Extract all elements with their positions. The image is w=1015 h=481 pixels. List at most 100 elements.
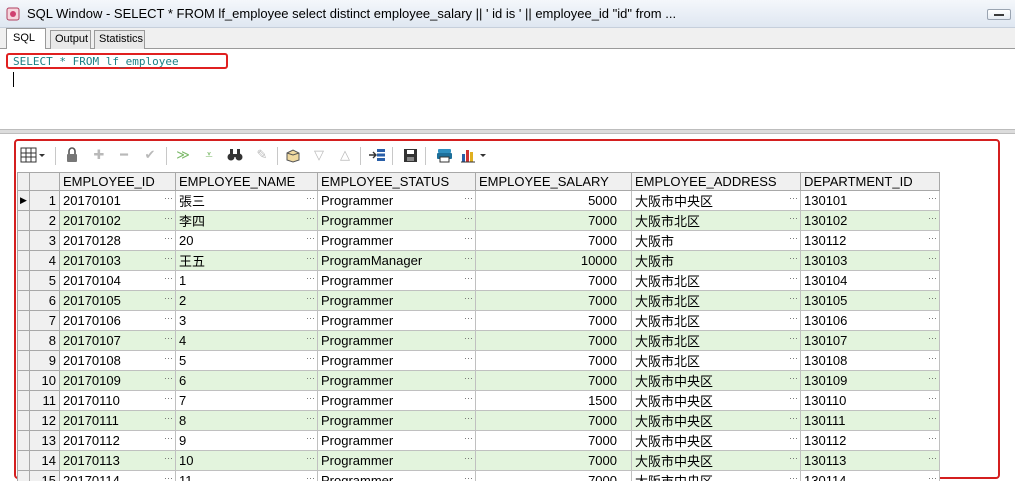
- row-number[interactable]: 6: [29, 290, 60, 311]
- cell-editor-ellipsis-icon[interactable]: ···: [928, 412, 937, 426]
- cell-name[interactable]: 11 ···: [175, 470, 318, 481]
- cell-editor-ellipsis-icon[interactable]: ···: [164, 332, 173, 346]
- cell-address[interactable]: 大阪市北区 ···: [631, 310, 801, 331]
- cell-editor-ellipsis-icon[interactable]: ···: [306, 272, 315, 286]
- cell-editor-ellipsis-icon[interactable]: ···: [306, 412, 315, 426]
- cell-dept[interactable]: 130110 ···: [800, 390, 940, 411]
- cell-editor-ellipsis-icon[interactable]: ···: [789, 192, 798, 206]
- cell-id[interactable]: 20170111 ···: [59, 410, 176, 431]
- cell-address[interactable]: 大阪市北区 ···: [631, 210, 801, 231]
- cell-editor-ellipsis-icon[interactable]: ···: [789, 352, 798, 366]
- cell-name[interactable]: 10 ···: [175, 450, 318, 471]
- cell-address[interactable]: 大阪市北区 ···: [631, 270, 801, 291]
- cell-name[interactable]: 5 ···: [175, 350, 318, 371]
- cell-status[interactable]: Programmer ···: [317, 350, 476, 371]
- cell-editor-ellipsis-icon[interactable]: ···: [464, 472, 473, 481]
- cell-editor-ellipsis-icon[interactable]: ···: [789, 372, 798, 386]
- cell-id[interactable]: 20170109 ···: [59, 370, 176, 391]
- cell-name[interactable]: 4 ···: [175, 330, 318, 351]
- cell-editor-ellipsis-icon[interactable]: ···: [789, 412, 798, 426]
- cell-editor-ellipsis-icon[interactable]: ···: [928, 252, 937, 266]
- cell-name[interactable]: 1 ···: [175, 270, 318, 291]
- cell-editor-ellipsis-icon[interactable]: ···: [464, 352, 473, 366]
- row-number[interactable]: 9: [29, 350, 60, 371]
- cell-dept[interactable]: 130109 ···: [800, 370, 940, 391]
- cell-editor-ellipsis-icon[interactable]: ···: [928, 452, 937, 466]
- cell-editor-ellipsis-icon[interactable]: ···: [164, 452, 173, 466]
- cell-status[interactable]: Programmer ···: [317, 450, 476, 471]
- table-row[interactable]: 8 20170107 ··· 4 ··· Programmer ··· 7000 大阪市北区 ··…: [17, 330, 940, 351]
- cell-dept[interactable]: 130114 ···: [800, 470, 940, 481]
- cell-id[interactable]: 20170105 ···: [59, 290, 176, 311]
- cell-id[interactable]: 20170102 ···: [59, 210, 176, 231]
- cell-editor-ellipsis-icon[interactable]: ···: [789, 292, 798, 306]
- cell-editor-ellipsis-icon[interactable]: ···: [789, 252, 798, 266]
- cell-editor-ellipsis-icon[interactable]: ···: [306, 332, 315, 346]
- cell-editor-ellipsis-icon[interactable]: ···: [789, 332, 798, 346]
- column-header[interactable]: EMPLOYEE_ADDRESS: [631, 172, 801, 191]
- cell-editor-ellipsis-icon[interactable]: ···: [306, 252, 315, 266]
- cell-editor-ellipsis-icon[interactable]: ···: [306, 452, 315, 466]
- column-header[interactable]: EMPLOYEE_STATUS: [317, 172, 476, 191]
- row-number[interactable]: 2: [29, 210, 60, 231]
- cell-id[interactable]: 20170110 ···: [59, 390, 176, 411]
- cell-dept[interactable]: 130101 ···: [800, 190, 940, 211]
- row-number[interactable]: 11: [29, 390, 60, 411]
- minimize-button[interactable]: [987, 9, 1011, 20]
- cell-salary[interactable]: 7000: [475, 290, 632, 311]
- cell-editor-ellipsis-icon[interactable]: ···: [164, 272, 173, 286]
- cell-editor-ellipsis-icon[interactable]: ···: [928, 372, 937, 386]
- cell-name[interactable]: 3 ···: [175, 310, 318, 331]
- cell-address[interactable]: 大阪市北区 ···: [631, 330, 801, 351]
- cell-editor-ellipsis-icon[interactable]: ···: [928, 192, 937, 206]
- cell-editor-ellipsis-icon[interactable]: ···: [464, 212, 473, 226]
- cell-editor-ellipsis-icon[interactable]: ···: [464, 392, 473, 406]
- cell-salary[interactable]: 7000: [475, 430, 632, 451]
- row-number[interactable]: 4: [29, 250, 60, 271]
- cell-editor-ellipsis-icon[interactable]: ···: [164, 372, 173, 386]
- cell-editor-ellipsis-icon[interactable]: ···: [306, 352, 315, 366]
- cell-editor-ellipsis-icon[interactable]: ···: [928, 352, 937, 366]
- column-header[interactable]: EMPLOYEE_NAME: [175, 172, 318, 191]
- cell-status[interactable]: Programmer ···: [317, 270, 476, 291]
- cell-address[interactable]: 大阪市中央区 ···: [631, 470, 801, 481]
- cell-name[interactable]: 8 ···: [175, 410, 318, 431]
- cell-editor-ellipsis-icon[interactable]: ···: [789, 232, 798, 246]
- cell-dept[interactable]: 130111 ···: [800, 410, 940, 431]
- cell-id[interactable]: 20170112 ···: [59, 430, 176, 451]
- row-number[interactable]: 14: [29, 450, 60, 471]
- cell-editor-ellipsis-icon[interactable]: ···: [928, 472, 937, 481]
- cell-editor-ellipsis-icon[interactable]: ···: [164, 292, 173, 306]
- cell-salary[interactable]: 7000: [475, 470, 632, 481]
- cell-editor-ellipsis-icon[interactable]: ···: [928, 332, 937, 346]
- cell-editor-ellipsis-icon[interactable]: ···: [464, 192, 473, 206]
- cell-editor-ellipsis-icon[interactable]: ···: [164, 472, 173, 481]
- cell-editor-ellipsis-icon[interactable]: ···: [306, 192, 315, 206]
- cell-dept[interactable]: 130112 ···: [800, 430, 940, 451]
- column-header[interactable]: EMPLOYEE_ID: [59, 172, 176, 191]
- cell-name[interactable]: 張三 ···: [175, 190, 318, 211]
- cell-id[interactable]: 20170103 ···: [59, 250, 176, 271]
- cell-editor-ellipsis-icon[interactable]: ···: [928, 272, 937, 286]
- cell-status[interactable]: Programmer ···: [317, 310, 476, 331]
- cell-editor-ellipsis-icon[interactable]: ···: [464, 332, 473, 346]
- cell-dept[interactable]: 130104 ···: [800, 270, 940, 291]
- cell-editor-ellipsis-icon[interactable]: ···: [464, 312, 473, 326]
- cell-editor-ellipsis-icon[interactable]: ···: [464, 412, 473, 426]
- cell-editor-ellipsis-icon[interactable]: ···: [306, 472, 315, 481]
- cell-editor-ellipsis-icon[interactable]: ···: [464, 452, 473, 466]
- table-row[interactable]: 12 20170111 ··· 8 ··· Programmer ··· 7000 大阪市中央区…: [17, 410, 940, 431]
- row-number[interactable]: 3: [29, 230, 60, 251]
- cell-status[interactable]: Programmer ···: [317, 210, 476, 231]
- cell-dept[interactable]: 130103 ···: [800, 250, 940, 271]
- row-number[interactable]: 8: [29, 330, 60, 351]
- cell-editor-ellipsis-icon[interactable]: ···: [928, 292, 937, 306]
- cell-name[interactable]: 20 ···: [175, 230, 318, 251]
- row-number[interactable]: 13: [29, 430, 60, 451]
- cell-editor-ellipsis-icon[interactable]: ···: [306, 292, 315, 306]
- cell-status[interactable]: Programmer ···: [317, 470, 476, 481]
- cell-editor-ellipsis-icon[interactable]: ···: [464, 432, 473, 446]
- cell-editor-ellipsis-icon[interactable]: ···: [789, 472, 798, 481]
- row-number[interactable]: 5: [29, 270, 60, 291]
- cell-status[interactable]: Programmer ···: [317, 390, 476, 411]
